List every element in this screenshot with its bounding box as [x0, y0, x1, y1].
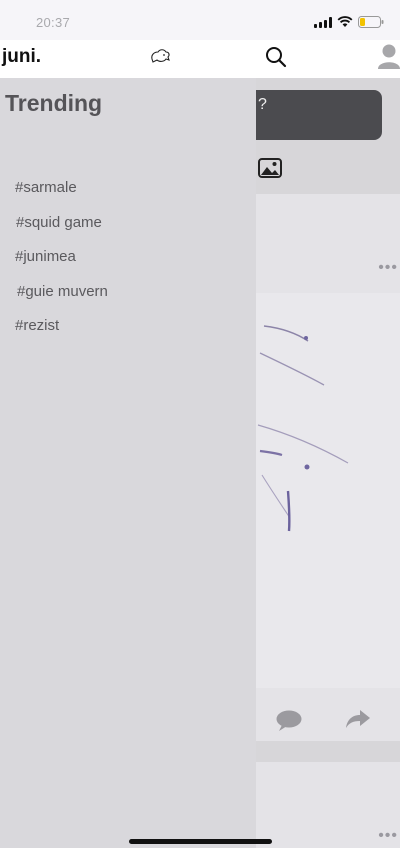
top-nav: juni.: [0, 40, 400, 78]
more-options-icon[interactable]: •••: [378, 260, 398, 276]
home-indicator[interactable]: [129, 839, 272, 844]
mascot-icon[interactable]: [148, 45, 172, 72]
status-bar: 20:37: [0, 0, 400, 40]
trend-item[interactable]: #guie muvern: [17, 283, 108, 300]
battery-icon: [358, 16, 384, 28]
composer-placeholder: ?: [258, 96, 267, 113]
status-time: 20:37: [36, 15, 71, 30]
trending-drawer: Trending #sarmale #squid game #junimea #…: [0, 78, 256, 848]
wifi-icon: [337, 16, 353, 28]
comment-icon[interactable]: [276, 710, 302, 737]
drawer-title: Trending: [5, 90, 103, 116]
trend-item[interactable]: #squid game: [16, 214, 102, 231]
feed: ? ••• •••: [256, 78, 400, 848]
app-logo[interactable]: juni.: [2, 46, 41, 68]
profile-icon[interactable]: [378, 43, 400, 74]
trend-item[interactable]: #sarmale: [15, 179, 77, 196]
more-options-icon[interactable]: •••: [378, 828, 398, 844]
signal-icon: [314, 16, 332, 28]
post-actions: [256, 688, 400, 741]
post-composer[interactable]: ?: [256, 90, 382, 140]
trend-item[interactable]: #rezist: [15, 317, 59, 334]
post-card: •••: [256, 194, 400, 293]
status-icons: [314, 16, 384, 28]
post-card: •••: [256, 762, 400, 848]
trend-item[interactable]: #junimea: [15, 248, 76, 265]
image-upload-icon[interactable]: [258, 158, 282, 183]
search-icon[interactable]: [265, 46, 287, 73]
post-image[interactable]: [256, 293, 400, 688]
share-icon[interactable]: [344, 708, 372, 735]
